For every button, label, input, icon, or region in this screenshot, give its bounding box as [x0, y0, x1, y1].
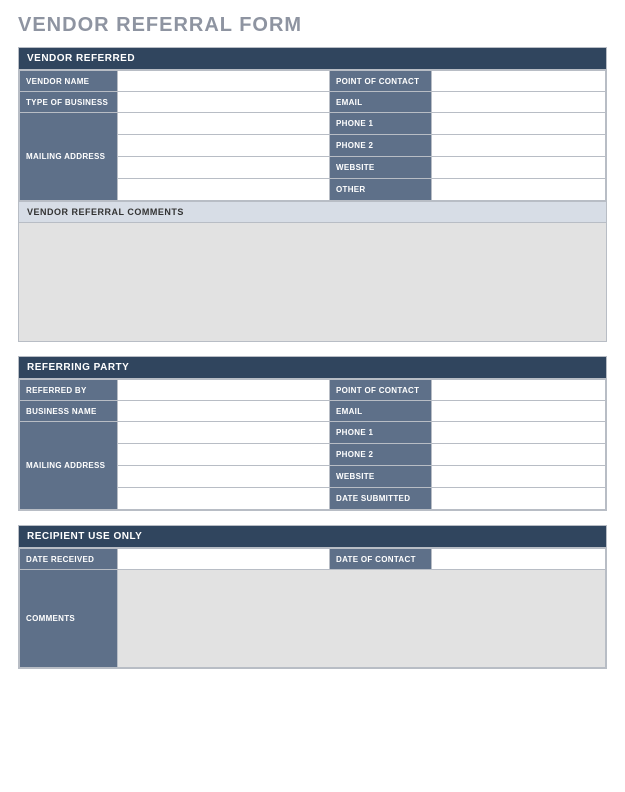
section-vendor-referred: VENDOR REFERRED VENDOR NAME POINT OF CON…: [18, 47, 607, 342]
field-date-of-contact[interactable]: [432, 549, 606, 570]
label-phone2: PHONE 2: [330, 135, 432, 157]
field-date-submitted[interactable]: [432, 488, 606, 510]
label-type-of-business: TYPE OF BUSINESS: [20, 92, 118, 113]
section-header-vendor: VENDOR REFERRED: [19, 48, 606, 70]
field-mailing-address-ref-4[interactable]: [118, 488, 330, 510]
field-business-name[interactable]: [118, 401, 330, 422]
label-phone1: PHONE 1: [330, 113, 432, 135]
field-mailing-address-ref-1[interactable]: [118, 422, 330, 444]
section-header-recipient: RECIPIENT USE ONLY: [19, 526, 606, 548]
section-header-referring: REFERRING PARTY: [19, 357, 606, 379]
label-email: EMAIL: [330, 92, 432, 113]
label-phone1-ref: PHONE 1: [330, 422, 432, 444]
vendor-comments-box[interactable]: [19, 223, 606, 341]
field-date-received[interactable]: [118, 549, 330, 570]
label-website: WEBSITE: [330, 157, 432, 179]
label-website-ref: WEBSITE: [330, 466, 432, 488]
label-email-ref: EMAIL: [330, 401, 432, 422]
label-phone2-ref: PHONE 2: [330, 444, 432, 466]
label-poc-ref: POINT OF CONTACT: [330, 380, 432, 401]
page-title: VENDOR REFERRAL FORM: [18, 14, 607, 37]
vendor-table: VENDOR NAME POINT OF CONTACT TYPE OF BUS…: [19, 70, 606, 201]
referring-table: REFERRED BY POINT OF CONTACT BUSINESS NA…: [19, 379, 606, 510]
recipient-table: DATE RECEIVED DATE OF CONTACT COMMENTS: [19, 548, 606, 668]
field-mailing-address-ref-3[interactable]: [118, 466, 330, 488]
label-referred-by: REFERRED BY: [20, 380, 118, 401]
section-recipient: RECIPIENT USE ONLY DATE RECEIVED DATE OF…: [18, 525, 607, 669]
field-mailing-address-ref-2[interactable]: [118, 444, 330, 466]
field-website[interactable]: [432, 157, 606, 179]
field-phone1-ref[interactable]: [432, 422, 606, 444]
label-point-of-contact: POINT OF CONTACT: [330, 71, 432, 92]
section-referring-party: REFERRING PARTY REFERRED BY POINT OF CON…: [18, 356, 607, 511]
field-point-of-contact[interactable]: [432, 71, 606, 92]
label-date-received: DATE RECEIVED: [20, 549, 118, 570]
field-poc-ref[interactable]: [432, 380, 606, 401]
field-vendor-name[interactable]: [118, 71, 330, 92]
field-email-ref[interactable]: [432, 401, 606, 422]
field-referred-by[interactable]: [118, 380, 330, 401]
label-mailing-address: MAILING ADDRESS: [20, 113, 118, 201]
label-business-name: BUSINESS NAME: [20, 401, 118, 422]
field-email[interactable]: [432, 92, 606, 113]
label-other: OTHER: [330, 179, 432, 201]
field-mailing-address-2[interactable]: [118, 135, 330, 157]
field-type-of-business[interactable]: [118, 92, 330, 113]
label-mailing-address-ref: MAILING ADDRESS: [20, 422, 118, 510]
label-date-of-contact: DATE OF CONTACT: [330, 549, 432, 570]
field-mailing-address-1[interactable]: [118, 113, 330, 135]
field-other[interactable]: [432, 179, 606, 201]
field-mailing-address-3[interactable]: [118, 157, 330, 179]
label-date-submitted: DATE SUBMITTED: [330, 488, 432, 510]
field-comments[interactable]: [118, 570, 606, 668]
field-phone2-ref[interactable]: [432, 444, 606, 466]
vendor-comments-header: VENDOR REFERRAL COMMENTS: [19, 201, 606, 223]
field-mailing-address-4[interactable]: [118, 179, 330, 201]
label-vendor-name: VENDOR NAME: [20, 71, 118, 92]
field-website-ref[interactable]: [432, 466, 606, 488]
label-comments: COMMENTS: [20, 570, 118, 668]
field-phone2[interactable]: [432, 135, 606, 157]
field-phone1[interactable]: [432, 113, 606, 135]
